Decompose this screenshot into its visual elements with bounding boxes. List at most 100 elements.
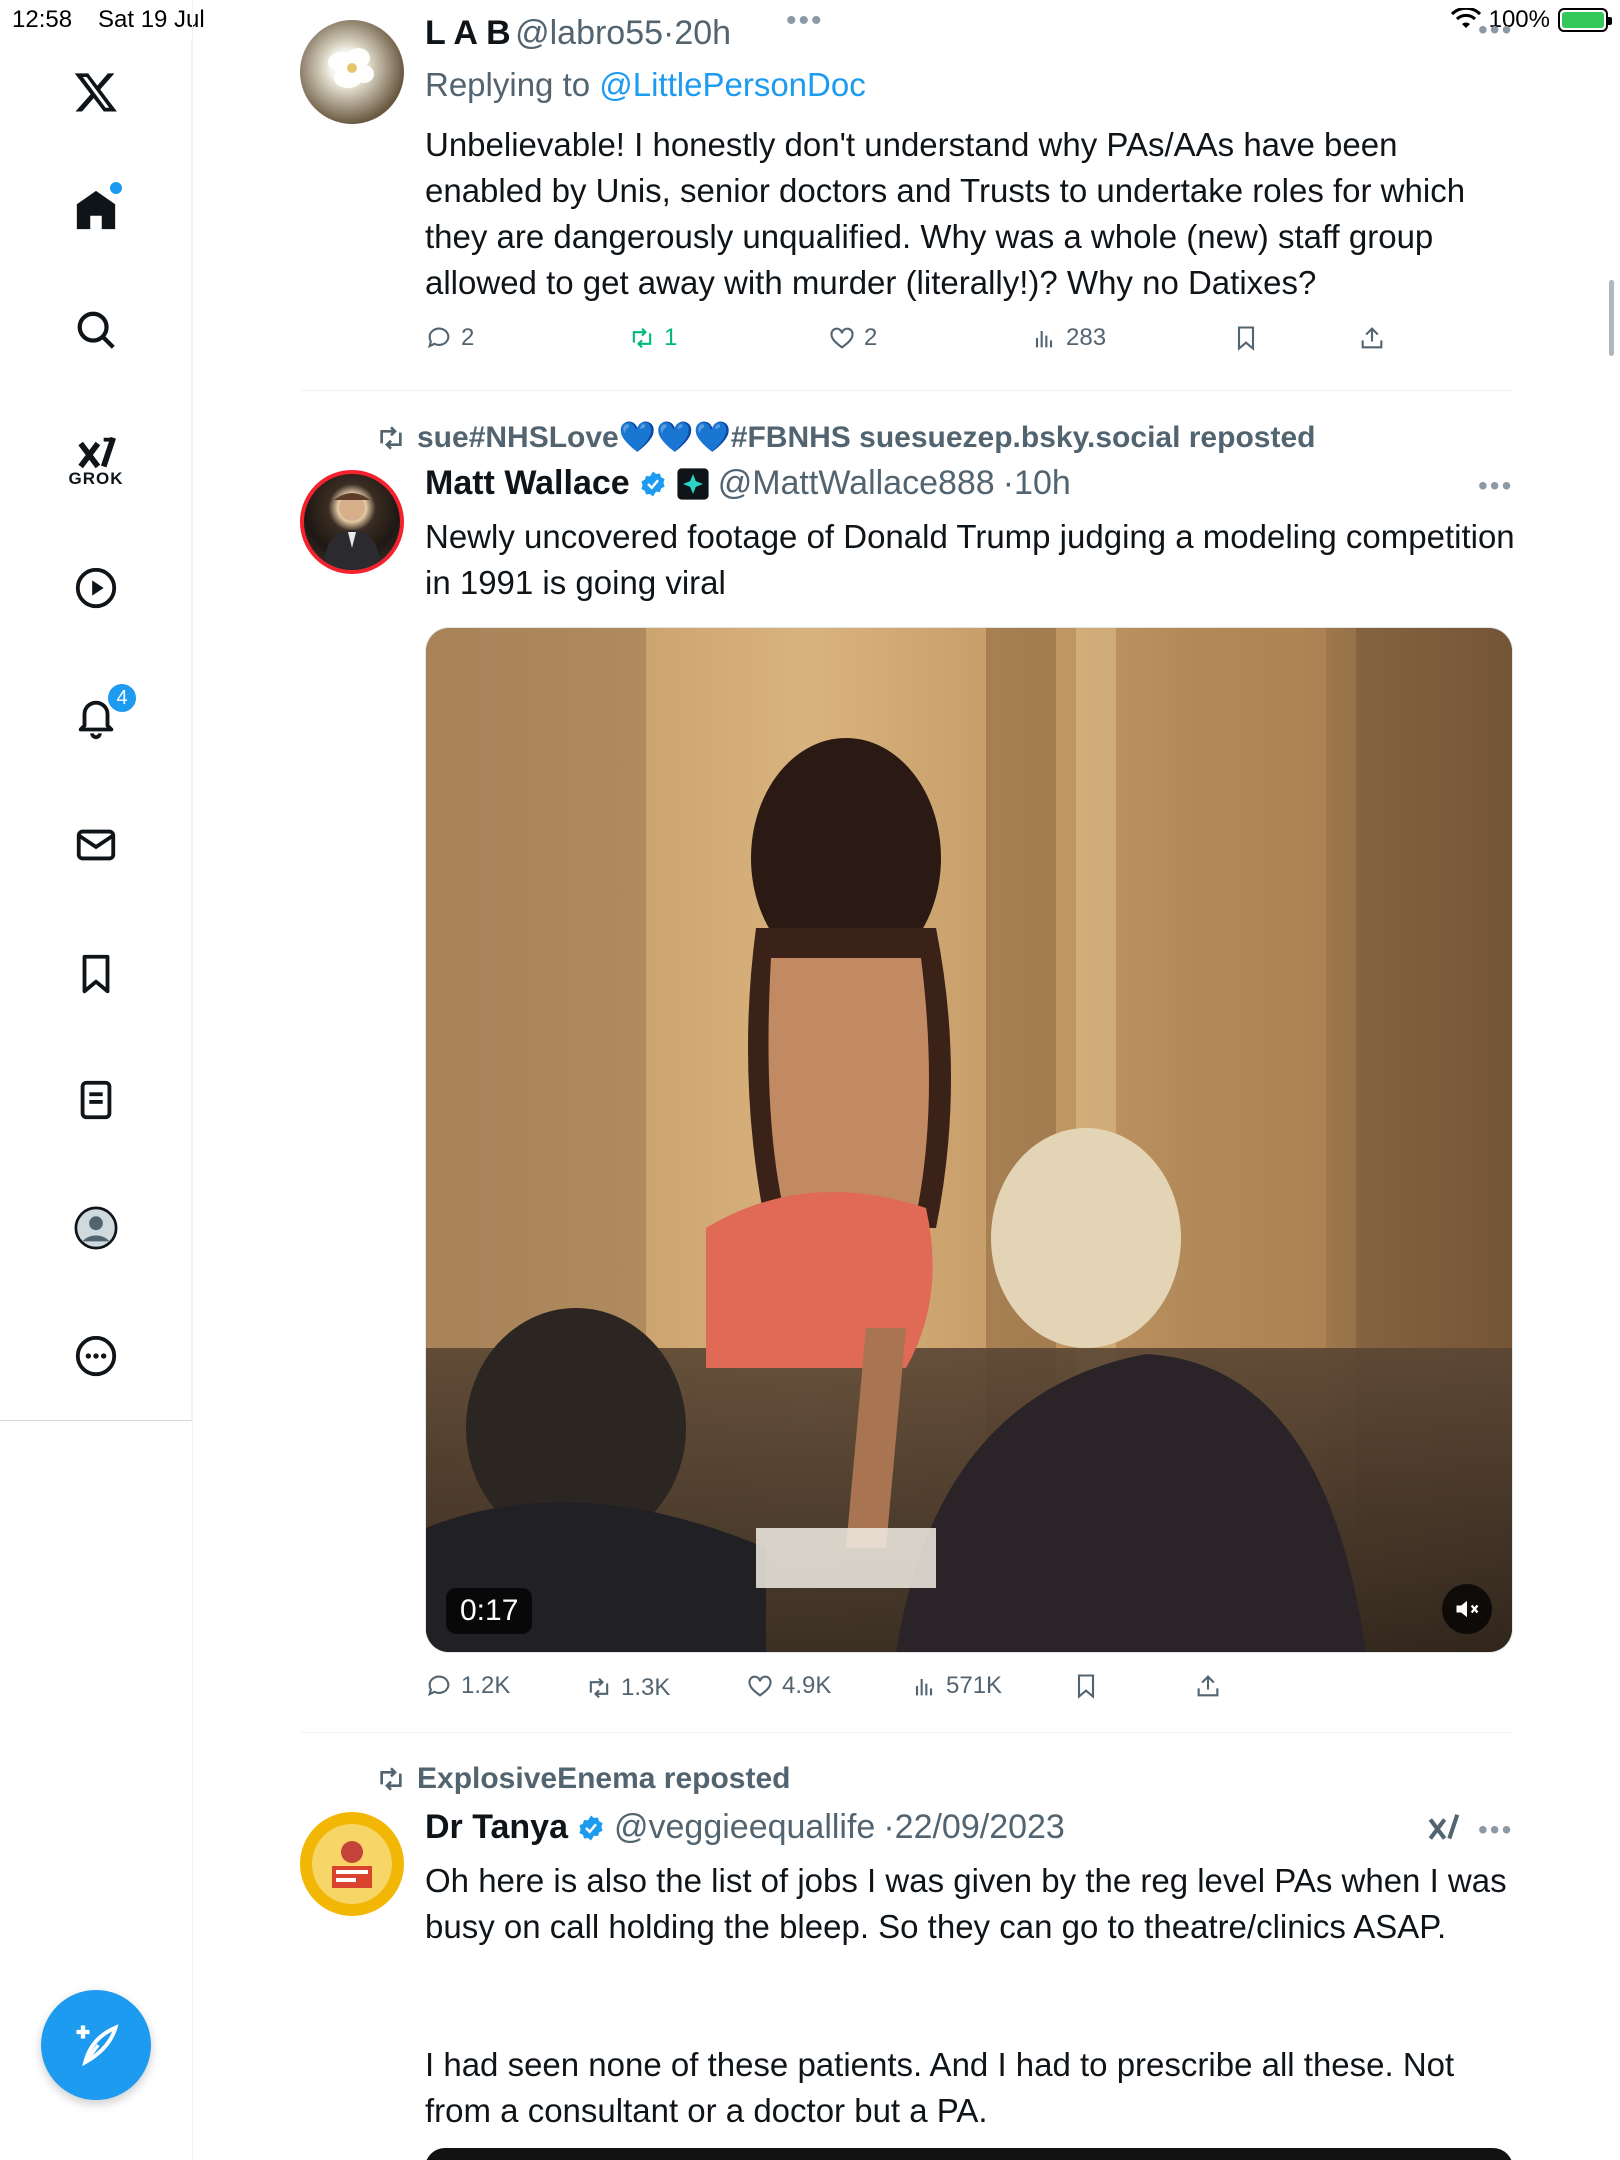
author-handle[interactable]: @labro55 [515, 14, 663, 52]
replying-to-prefix: Replying to [425, 66, 600, 103]
repost-button[interactable]: 1 [628, 324, 677, 352]
repost-icon [380, 425, 402, 450]
heart-icon [830, 327, 854, 349]
status-time: 12:58 [12, 6, 73, 33]
status-bar: 12:58 Sat 19 Jul ••• 100% [0, 0, 1620, 40]
share-icon [1197, 1675, 1219, 1697]
avatar[interactable] [300, 20, 404, 124]
post-divider [300, 390, 1514, 391]
sidebar-divider-bottom [0, 1420, 192, 1421]
share-button[interactable] [1358, 324, 1386, 352]
speaker-muted-icon [1456, 1600, 1479, 1618]
more-options-icon[interactable]: ••• [1478, 470, 1513, 502]
sidebar-item-video[interactable] [66, 558, 126, 618]
reply-button[interactable]: 1.2K [425, 1672, 510, 1700]
post-time[interactable]: ·22/09/2023 [883, 1808, 1065, 1847]
wifi-icon [1450, 8, 1481, 28]
like-count: 2 [864, 324, 878, 351]
sidebar-item-home[interactable] [66, 180, 126, 240]
like-button[interactable]: 4.9K [746, 1672, 831, 1700]
grok-icon [1428, 1814, 1460, 1840]
author-name[interactable]: L A B [425, 14, 511, 52]
home-icon [76, 190, 116, 230]
like-button[interactable]: 2 [828, 324, 877, 352]
home-unread-dot [110, 182, 122, 194]
like-count: 4.9K [782, 1672, 832, 1699]
sidebar-item-lists[interactable] [66, 1070, 126, 1130]
sidebar-item-notifications[interactable]: 4 [66, 682, 138, 748]
grok-explain-button[interactable] [1424, 1810, 1462, 1853]
compose-feather-icon [76, 2024, 119, 2067]
avatar-icon [74, 1206, 118, 1250]
author-name[interactable]: Dr Tanya [425, 1808, 568, 1847]
share-icon [1361, 327, 1383, 349]
x-logo-icon[interactable] [66, 62, 126, 122]
repost-icon [632, 327, 652, 349]
reposted-by[interactable]: sue#NHSLove💙💙💙#FBNHS suesuezep.bsky.soci… [417, 420, 1315, 455]
affiliate-badge-icon [677, 467, 709, 500]
repost-indicator[interactable]: sue#NHSLove💙💙💙#FBNHS suesuezep.bsky.soci… [375, 420, 1315, 455]
reply-icon [428, 1675, 450, 1697]
author-handle[interactable]: @MattWallace888 [718, 464, 995, 503]
views-count: 283 [1066, 324, 1107, 351]
video-duration: 0:17 [446, 1588, 533, 1634]
share-button[interactable] [1194, 1672, 1222, 1700]
repost-indicator[interactable]: ExplosiveEnema reposted [375, 1762, 790, 1796]
post-divider [300, 1732, 1514, 1733]
post-time[interactable]: ·10h [1003, 464, 1071, 503]
bookmark-icon [1077, 1674, 1095, 1699]
sidebar-item-grok[interactable]: GROK [66, 425, 126, 488]
views-icon [915, 1679, 933, 1696]
reply-count: 2 [461, 324, 475, 351]
mute-button[interactable] [1442, 1584, 1492, 1634]
post-time[interactable]: ·20h [663, 14, 731, 52]
post-media-partial[interactable] [425, 2148, 1513, 2160]
post-text-continued: I had seen none of these patients. And I… [425, 2046, 1455, 2129]
scrollbar[interactable] [1609, 280, 1614, 356]
replying-to-link[interactable]: @LittlePersonDoc [599, 66, 865, 103]
author-name[interactable]: Matt Wallace [425, 464, 630, 503]
author-handle[interactable]: @veggieequallife [614, 1808, 875, 1847]
views-button[interactable]: 571K [910, 1672, 1002, 1700]
reply-icon [428, 327, 450, 349]
heart-icon [748, 1675, 772, 1697]
multitask-dots-icon[interactable]: ••• [786, 4, 824, 38]
bookmark-button[interactable] [1232, 324, 1260, 352]
post-text: Newly uncovered footage of Donald Trump … [425, 518, 1515, 601]
compose-button[interactable] [41, 1990, 151, 2100]
reply-count: 1.2K [461, 1672, 511, 1699]
sidebar: GROK 4 [0, 40, 192, 1420]
reply-button[interactable]: 2 [425, 324, 474, 352]
search-icon [77, 311, 115, 349]
verified-badge-icon [641, 471, 665, 496]
video-frame [426, 628, 1512, 1652]
repost-count: 1 [664, 324, 678, 351]
post-text: Unbelievable! I honestly don't understan… [425, 126, 1466, 301]
bookmark-button[interactable] [1072, 1672, 1100, 1700]
sidebar-item-messages[interactable] [66, 815, 126, 875]
more-options-icon[interactable]: ••• [1478, 14, 1513, 46]
reposted-by[interactable]: ExplosiveEnema reposted [417, 1762, 790, 1796]
repost-button[interactable]: 1.3K [585, 1674, 670, 1702]
replying-to: Replying to @LittlePersonDoc [425, 66, 866, 104]
play-circle-icon [75, 567, 117, 609]
more-options-icon[interactable]: ••• [1478, 1814, 1513, 1846]
views-icon [1035, 331, 1053, 348]
verified-badge-icon [579, 1815, 603, 1840]
repost-count: 1.3K [621, 1674, 671, 1701]
sidebar-item-profile[interactable] [66, 1198, 126, 1258]
grok-label: GROK [68, 469, 124, 488]
sidebar-divider [192, 0, 193, 2160]
status-date: Sat 19 Jul [98, 6, 205, 33]
sidebar-item-bookmarks[interactable] [66, 944, 126, 1004]
mail-icon [76, 829, 116, 861]
sidebar-item-more[interactable] [66, 1326, 126, 1386]
avatar[interactable] [300, 1812, 404, 1916]
views-count: 571K [946, 1672, 1003, 1699]
views-button[interactable]: 283 [1030, 324, 1106, 352]
avatar[interactable] [300, 470, 404, 574]
sidebar-item-search[interactable] [66, 300, 126, 360]
notification-badge: 4 [106, 682, 138, 714]
bookmark-icon [82, 954, 110, 994]
video-player[interactable]: 0:17 [425, 627, 1513, 1653]
